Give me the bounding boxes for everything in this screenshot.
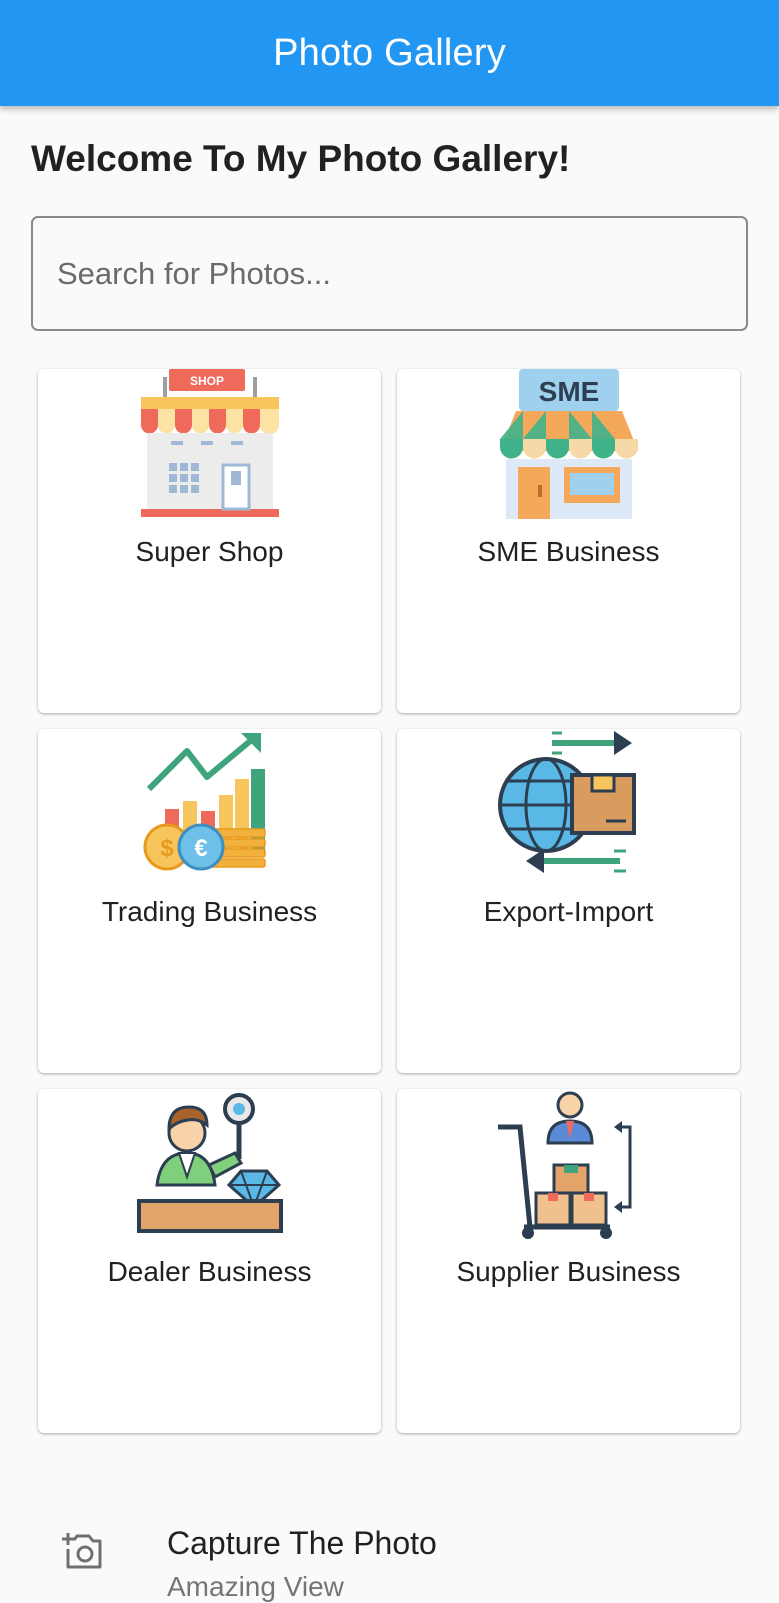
card-label: Trading Business [101, 896, 318, 927]
capture-photo-tile[interactable]: Capture The Photo Amazing View [0, 1505, 779, 1602]
tile-subtitle: Amazing View [167, 1571, 344, 1602]
app-title: Photo Gallery [273, 31, 506, 74]
gallery-card-export-import[interactable]: Export-Import [397, 729, 740, 1073]
svg-text:SHOP: SHOP [189, 374, 223, 388]
card-label: SME Business [477, 536, 660, 567]
card-label: Export-Import [483, 896, 654, 927]
add-photo-camera-icon [62, 1533, 102, 1569]
gallery-card-supplier-business[interactable]: Supplier Business [397, 1089, 740, 1433]
card-label: Supplier Business [456, 1256, 681, 1287]
dealer-diamond-icon [136, 1093, 283, 1233]
tile-title: Capture The Photo [167, 1525, 437, 1561]
shop-icon: SHOP [140, 369, 279, 517]
search-input[interactable] [55, 254, 724, 293]
svg-text:€: € [194, 835, 207, 862]
welcome-heading: Welcome To My Photo Gallery! [31, 138, 571, 179]
gallery-card-dealer-business[interactable]: Dealer Business [38, 1089, 381, 1433]
globe-shipping-icon [497, 731, 636, 873]
gallery-card-sme-business[interactable]: SME SME Business [397, 369, 740, 713]
gallery-card-super-shop[interactable]: SHOP Super Shop [38, 369, 381, 713]
search-field[interactable] [31, 216, 748, 331]
svg-text:$: $ [160, 835, 174, 862]
svg-text:SME: SME [538, 376, 599, 407]
supplier-cart-icon [497, 1091, 631, 1239]
sme-store-icon: SME [499, 369, 638, 519]
trading-chart-icon: $ € [143, 733, 266, 871]
card-label: Super Shop [135, 536, 284, 567]
app-bar: Photo Gallery [0, 0, 779, 106]
gallery-card-trading-business[interactable]: $ € Trading Business [38, 729, 381, 1073]
card-label: Dealer Business [107, 1256, 312, 1287]
